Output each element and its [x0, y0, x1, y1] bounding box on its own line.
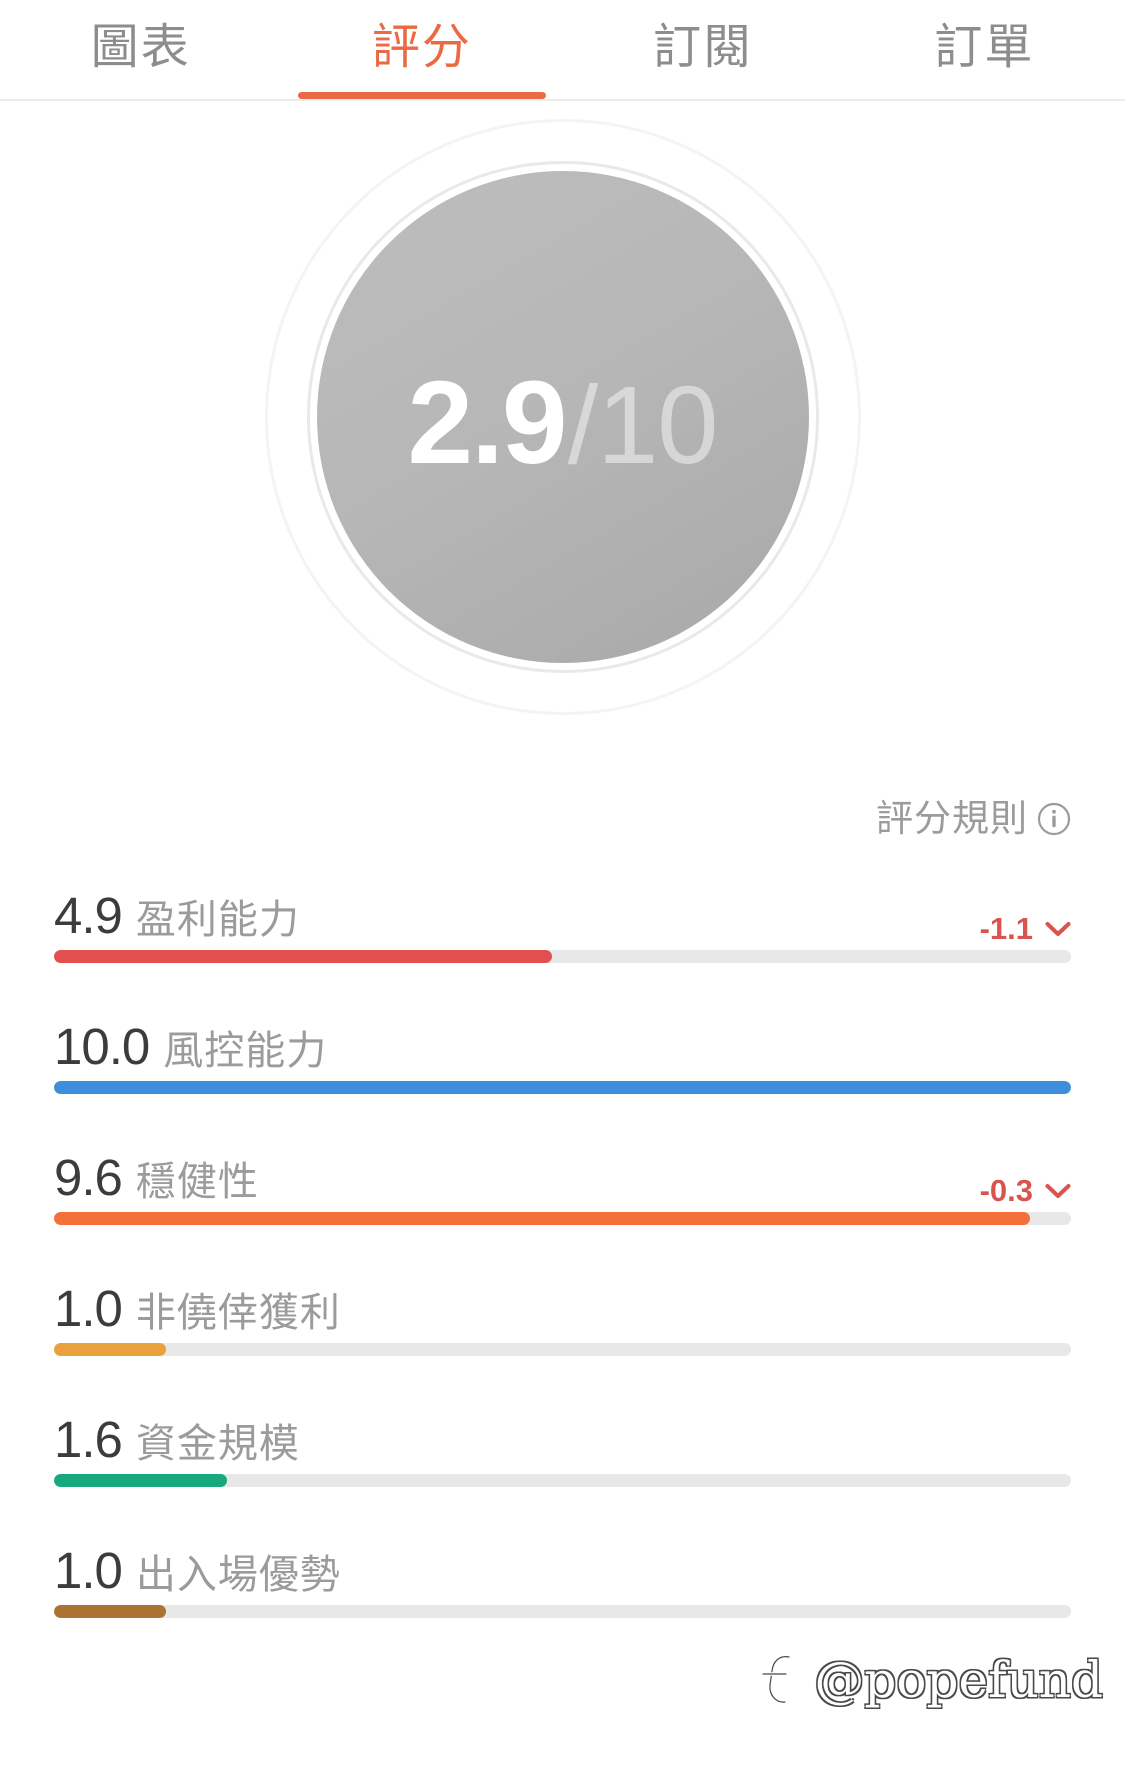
metric-label: 盈利能力 — [135, 898, 300, 942]
rating-rules-label: 評分規則 — [876, 798, 1028, 839]
tab-rating[interactable]: 評分 — [281, 0, 562, 99]
popefund-logo-icon — [761, 1654, 792, 1704]
metric-bar-track — [54, 950, 1071, 963]
metric-delta[interactable]: -0.3 — [980, 1175, 1071, 1206]
tab-rating-underline — [297, 92, 546, 99]
gauge-outer-ring: 2.9 /10 — [264, 119, 861, 715]
metric-bar-track — [54, 1212, 1071, 1225]
tab-orders-label: 訂單 — [934, 20, 1035, 74]
watermark: @popefund — [756, 1651, 1103, 1709]
metric-label: 資金規模 — [135, 1422, 300, 1466]
gauge-score-total: /10 — [567, 364, 719, 487]
metric-row-non-luck-profit[interactable]: 1.0 非僥倖獲利 — [0, 1265, 1125, 1396]
metric-delta-value: -0.3 — [979, 1173, 1033, 1208]
metric-label: 穩健性 — [135, 1160, 259, 1204]
chevron-down-icon[interactable] — [1045, 921, 1071, 937]
metric-row-profitability[interactable]: 4.9 盈利能力 -1.1 — [0, 872, 1125, 1003]
metric-value: 1.0 — [54, 1542, 123, 1599]
metric-row-stability[interactable]: 9.6 穩健性 -0.3 — [0, 1134, 1125, 1265]
rating-rules-link[interactable]: 評分規則 — [876, 800, 1071, 837]
tab-chart-label: 圖表 — [90, 20, 191, 74]
metric-value: 4.9 — [54, 887, 123, 944]
metric-value: 10.0 — [54, 1018, 150, 1075]
tab-rating-label: 評分 — [371, 20, 472, 74]
info-circle-icon[interactable] — [1037, 802, 1071, 836]
score-gauge: 2.9 /10 — [0, 101, 1125, 791]
metric-header: 9.6 穩健性 -0.3 — [54, 1134, 1071, 1212]
chevron-down-icon[interactable] — [1045, 1183, 1071, 1199]
tab-chart[interactable]: 圖表 — [0, 0, 281, 99]
metric-bar-track — [54, 1081, 1071, 1094]
gauge-score-text: 2.9 /10 — [407, 357, 719, 489]
tab-orders[interactable]: 訂單 — [844, 0, 1125, 99]
metric-bar-fill — [54, 1605, 166, 1618]
metric-list: 4.9 盈利能力 -1.1 10.0 風控能力 9.6 穩健性 -0.3 1.0… — [0, 872, 1125, 1658]
metric-header: 4.9 盈利能力 -1.1 — [54, 872, 1071, 950]
metric-bar-fill — [54, 950, 553, 963]
metric-bar-fill — [54, 1212, 1031, 1225]
metric-value: 1.0 — [54, 1280, 123, 1337]
metric-bar-fill — [54, 1081, 1071, 1094]
metric-bar-track — [54, 1343, 1071, 1356]
gauge-middle-ring: 2.9 /10 — [306, 161, 819, 673]
metric-value: 9.6 — [54, 1149, 123, 1206]
metric-header: 10.0 風控能力 — [54, 1003, 1071, 1081]
metric-row-risk-control[interactable]: 10.0 風控能力 — [0, 1003, 1125, 1134]
gauge-score-value: 2.9 — [407, 357, 568, 489]
metric-label: 風控能力 — [163, 1029, 328, 1073]
metric-header: 1.6 資金規模 — [54, 1396, 1071, 1474]
metric-value: 1.6 — [54, 1411, 123, 1468]
tab-bar: 圖表 評分 訂閱 訂單 — [0, 0, 1125, 101]
metric-bar-fill — [54, 1474, 227, 1487]
metric-header: 1.0 出入場優勢 — [54, 1527, 1071, 1605]
metric-bar-track — [54, 1474, 1071, 1487]
metric-bar-fill — [54, 1343, 166, 1356]
metric-row-entry-exit-advantage[interactable]: 1.0 出入場優勢 — [0, 1527, 1125, 1658]
metric-label: 出入場優勢 — [135, 1553, 341, 1597]
metric-row-capital-scale[interactable]: 1.6 資金規模 — [0, 1396, 1125, 1527]
tab-subscription-label: 訂閱 — [653, 20, 754, 74]
metric-label: 非僥倖獲利 — [135, 1291, 341, 1335]
gauge-inner-disc: 2.9 /10 — [316, 171, 809, 663]
metric-bar-track — [54, 1605, 1071, 1618]
tab-subscription[interactable]: 訂閱 — [563, 0, 844, 99]
metric-header: 1.0 非僥倖獲利 — [54, 1265, 1071, 1343]
metric-delta-value: -1.1 — [979, 911, 1033, 946]
watermark-handle: @popefund — [814, 1651, 1103, 1709]
metric-delta[interactable]: -1.1 — [980, 913, 1071, 944]
